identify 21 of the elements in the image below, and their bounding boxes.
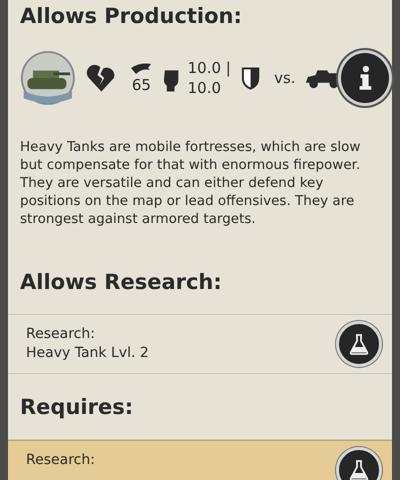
row-label: Research:: [26, 325, 96, 344]
flask-icon: [349, 459, 369, 480]
attack-value: 10.0: [188, 78, 222, 98]
attack-value: 10.0 |: [188, 58, 231, 78]
shield-icon: [240, 66, 260, 90]
research-name: Heavy Tank Lvl. 2: [26, 344, 149, 363]
research-row[interactable]: Research: Heavy Tank Lvl. 2: [8, 315, 392, 374]
flask-button[interactable]: [336, 321, 382, 367]
wing-icon: [130, 62, 152, 76]
row-label: Research:: [26, 451, 95, 470]
info-button[interactable]: [338, 50, 392, 106]
research-row[interactable]: Research:: [8, 440, 392, 480]
versus-label: vs.: [274, 69, 296, 87]
flask-icon: [349, 333, 369, 355]
unit-description: Heavy Tanks are mobile fortresses, which are slow but compensate for that with enormous firepower. They are versatile and can either defend key positions on the map or lead offensives. They are strongest against armored targets.: [20, 138, 362, 228]
tank-portrait-icon: [20, 49, 76, 107]
broken-heart-icon: [86, 63, 116, 93]
speed-value: 65: [132, 76, 151, 94]
flask-button[interactable]: [336, 447, 382, 480]
section-heading: Allows Research:: [8, 268, 392, 315]
section-heading: Allows Production:: [19, 3, 243, 30]
